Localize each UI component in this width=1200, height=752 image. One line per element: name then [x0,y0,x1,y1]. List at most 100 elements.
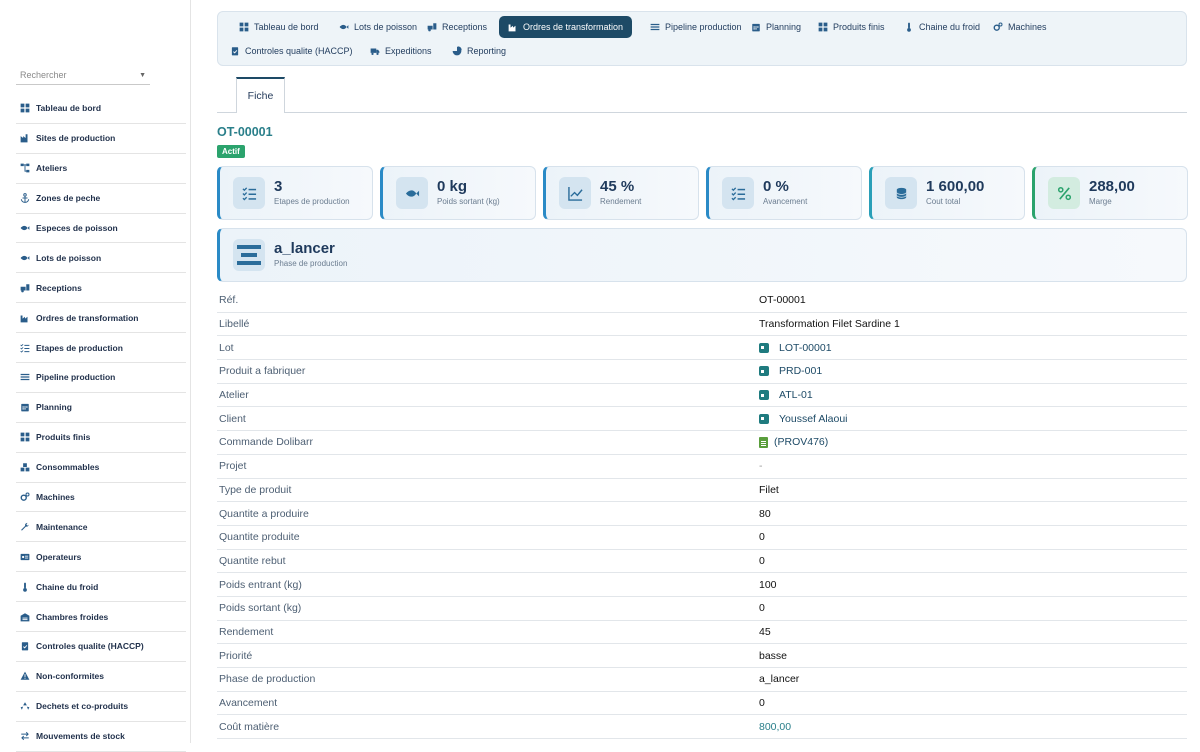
search-placeholder: Rechercher [20,70,67,80]
field-value: 45 [759,626,771,638]
sidebar-item-tableau-de-bord[interactable]: Tableau de bord [16,94,186,124]
sidebar-item-planning[interactable]: Planning [16,393,186,423]
recycle-icon [19,701,30,711]
field-value: 0 [759,555,765,567]
nav-tab-pipeline-production[interactable]: Pipeline production [641,16,751,38]
table-row: Priorité basse [217,644,1187,668]
sidebar-item-ordres-de-transformation[interactable]: Ordres de transformation [16,303,186,334]
sidebar-item-chaine-du-froid[interactable]: Chaine du froid [16,572,186,603]
field-value-text: PRD-001 [779,365,823,378]
field-label: Poids sortant (kg) [219,602,302,615]
nav-tab-chaine-du-froid[interactable]: Chaine du froid [895,16,989,38]
kpi-card-poids-sortant-kg: 0 kg Poids sortant (kg) [380,166,536,220]
field-value-text: ATL-01 [779,389,813,402]
field-value: basse [759,650,787,662]
sidebar-item-produits-finis[interactable]: Produits finis [16,423,186,453]
nav-tab-machines[interactable]: Machines [984,16,1056,38]
sidebar-item-label: Produits finis [36,432,91,443]
sidebar-item-especes-de-poisson[interactable]: Especes de poisson [16,214,186,244]
nav-tab-reporting[interactable]: Reporting [443,40,515,62]
sidebar-item-maintenance[interactable]: Maintenance [16,512,186,543]
clipboard-check-icon [230,46,245,56]
sidebar-item-receptions[interactable]: Receptions [16,273,186,304]
document-icon [759,436,768,448]
bars-icon [19,372,30,382]
field-value[interactable]: (PROV476) [759,436,828,448]
nav-tab-lots-de-poisson[interactable]: Lots de poisson [330,16,426,38]
table-row: Commande Dolibarr (PROV476) [217,431,1187,455]
nav-tab-planning[interactable]: Planning [742,16,810,38]
nav-tab-receptions[interactable]: Receptions [418,16,496,38]
kpi-label: Avancement [763,197,808,206]
table-row: Atelier ATL-01 [217,384,1187,408]
table-row: Quantite a produire 80 [217,502,1187,526]
tab-fiche-label: Fiche [247,90,274,102]
clipboard-check-icon [19,641,30,651]
tab-fiche[interactable]: Fiche [236,77,285,113]
field-label: Avancement [219,697,278,710]
cogs-icon [19,492,30,502]
table-row: Quantite rebut 0 [217,550,1187,574]
list-check-icon [233,177,265,209]
sidebar-item-label: Receptions [36,282,82,293]
sidebar-item-dechets-et-co-produits[interactable]: Dechets et co-produits [16,692,186,722]
field-value[interactable]: Youssef Alaoui [759,413,848,425]
nav-tab-produits-finis[interactable]: Produits finis [809,16,894,38]
field-value: 0 [759,697,765,709]
nav-tab-label: Controles qualite (HACCP) [245,46,353,56]
sidebar-item-non-conformites[interactable]: Non-conformites [16,662,186,692]
sidebar-item-pipeline-production[interactable]: Pipeline production [16,363,186,393]
sidebar-item-consommables[interactable]: Consommables [16,453,186,483]
industry-icon [19,313,30,323]
kpi-value: 1 600,00 [926,178,985,195]
sidebar-item-lots-de-poisson[interactable]: Lots de poisson [16,243,186,274]
sidebar-item-sites-de-production[interactable]: Sites de production [16,124,186,154]
nav-tab-label: Machines [1008,22,1047,32]
nav-tab-tableau-de-bord[interactable]: Tableau de bord [230,16,328,38]
nav-tab-ordres-de-transformation[interactable]: Ordres de transformation [499,16,633,38]
sidebar-item-operateurs[interactable]: Operateurs [16,542,186,573]
exchange-icon [19,731,30,741]
sidebar-item-label: Ateliers [36,163,68,174]
field-value[interactable]: LOT-00001 [759,342,832,354]
nav-tab-expeditions[interactable]: Expeditions [361,40,441,62]
sidebar-item-label: Ordres de transformation [36,312,139,323]
kpi-value: 3 [274,178,283,195]
sidebar-item-ateliers[interactable]: Ateliers [16,154,186,184]
bars-icon [233,239,265,271]
search-select[interactable]: Rechercher ▼ [16,66,150,85]
sidebar-item-machines[interactable]: Machines [16,483,186,513]
field-value-text: LOT-00001 [779,341,832,354]
status-badge: Actif [217,145,245,158]
sidebar-item-chambres-froides[interactable]: Chambres froides [16,602,186,633]
sidebar-item-label: Chaine du froid [36,581,99,592]
nav-tab-label: Ordres de transformation [523,22,624,32]
field-value-text: 45 [759,625,771,638]
sidebar-item-zones-de-peche[interactable]: Zones de peche [16,184,186,214]
kpi-value: 0 % [763,178,789,195]
field-label: Libellé [219,318,250,331]
id-card-icon [19,552,30,562]
sidebar-item-label: Consommables [36,462,100,473]
grid-icon [818,22,833,32]
field-value-text: (PROV476) [774,436,829,449]
thermometer-icon [19,582,30,592]
sidebar-item-controles-qualite-haccp[interactable]: Controles qualite (HACCP) [16,632,186,662]
sidebar-item-mouvements-de-stock[interactable]: Mouvements de stock [16,722,186,752]
table-row: Réf. OT-00001 [217,289,1187,313]
nav-tab-label: Lots de poisson [354,22,418,32]
chevron-down-icon[interactable]: ▼ [139,72,146,79]
nav-tab-controles-qualite-haccp[interactable]: Controles qualite (HACCP) [221,40,362,62]
sidebar-item-etapes-de-production[interactable]: Etapes de production [16,333,186,364]
field-value: Transformation Filet Sardine 1 [759,318,900,330]
field-value[interactable]: PRD-001 [759,365,822,377]
field-value-text: 0 [759,531,765,544]
field-value-text: - [759,460,763,473]
sidebar-item-label: Mouvements de stock [36,731,125,742]
fish-icon [19,223,30,233]
field-value[interactable]: ATL-01 [759,389,813,401]
table-row: Projet - [217,455,1187,479]
field-label: Atelier [219,389,249,402]
sidebar-item-label: Sites de production [36,133,116,144]
table-row: Poids entrant (kg) 100 [217,573,1187,597]
